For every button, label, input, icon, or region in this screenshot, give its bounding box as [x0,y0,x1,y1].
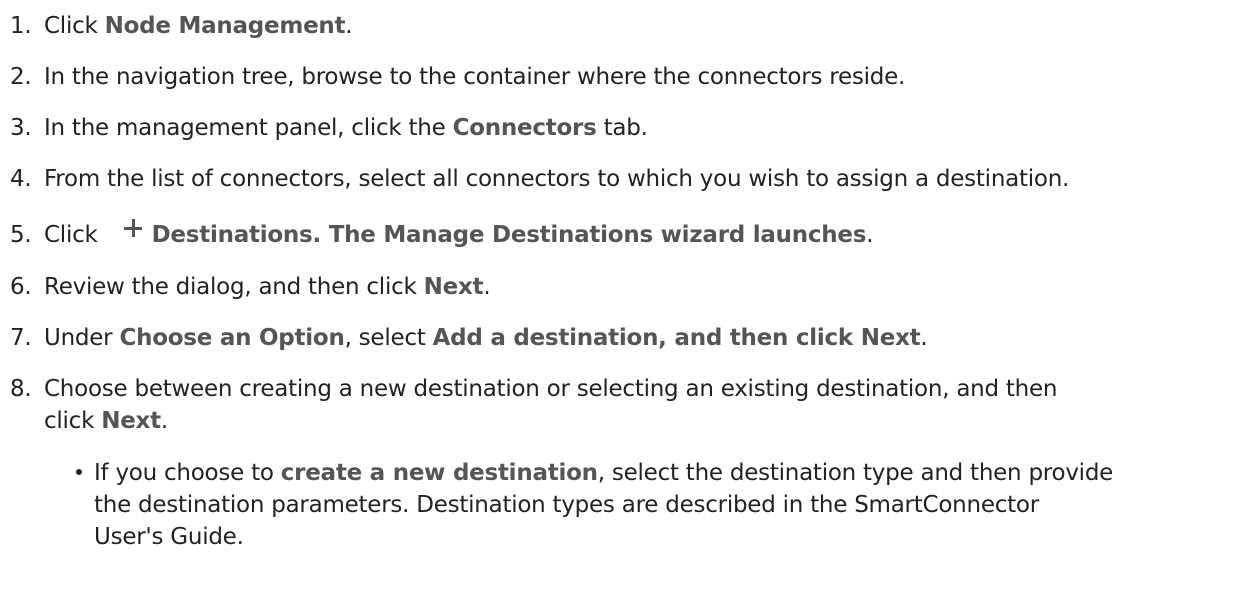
step-number: 8. [10,376,32,402]
step-text-prefix: Review the dialog, and then click [44,274,424,300]
step-text-prefix: In the management panel, click the [44,115,453,141]
step-number: 1. [10,13,32,39]
step-number: 4. [10,166,32,192]
step-text: Click Node Management. [44,13,353,39]
step-1: 1. Click Node Management. [10,11,1235,42]
ui-term-node-management: Node Management [104,13,346,39]
step-3: 3. In the management panel, click the Con… [10,113,1235,144]
step-7: 7. Under Choose an Option, select Add a d… [10,323,1235,354]
step-text-suffix: tab. [596,115,648,141]
step-text: From the list of connectors, select all … [44,166,1070,192]
ui-term-connectors: Connectors [452,115,597,141]
step-text-prefix: Under [44,325,120,351]
step-text-suffix: . [160,408,168,434]
bullet-icon [76,469,82,475]
ui-term-next: Next [423,274,484,300]
step-text-suffix: . [866,222,874,248]
step-text: In the navigation tree, browse to the co… [44,64,906,90]
bullet-line-3: User's Guide. [94,524,244,550]
step-text: Review the dialog, and then click Next. [44,274,491,300]
step-text: Click Destinations. The Manage Destinatio… [44,219,874,248]
step-2: 2. In the navigation tree, browse to the … [10,62,1235,93]
ui-term-choose-an-option: Choose an Option [119,325,345,351]
step-5: 5. Click Destinations. The Manage Destinat… [10,219,1235,251]
bullet-text-suffix: , select the destination type and then p… [597,460,1114,486]
step-text-suffix: . [345,13,353,39]
step-text-line-1: Choose between creating a new destinatio… [44,376,1058,402]
step-text: Under Choose an Option, select Add a des… [44,325,928,351]
step-6: 6. Review the dialog, and then click Next… [10,272,1235,303]
step-text-prefix: click [44,408,102,434]
step-text-suffix: . [483,274,491,300]
ui-term-add-a-destination: Add a destination, and then click Next [432,325,921,351]
step-number: 5. [10,222,32,248]
ui-term-next: Next [101,408,161,434]
ui-term-create-new-destination: create a new destination [280,460,598,486]
bullet-text-prefix: If you choose to [94,460,281,486]
step-4: 4. From the list of connectors, select al… [10,164,1235,195]
step-text-middle: , select [344,325,433,351]
bullet-line-2: the destination parameters. Destination … [94,492,1039,518]
step-text-prefix: Click [44,13,105,39]
step-text: In the management panel, click the Conne… [44,115,648,141]
step-8-continuation: click Next. [44,406,168,437]
step-number: 6. [10,274,32,300]
bullet-item: If you choose to create a new destinatio… [76,458,1236,489]
step-number: 7. [10,325,32,351]
step-text-prefix: Click [44,222,98,248]
instruction-list: 1. Click Node Management. 2. In the naviga… [0,0,1241,596]
step-8: 8. Choose between creating a new destinat… [10,374,1235,405]
step-number: 3. [10,115,32,141]
plus-icon [123,219,142,237]
step-text-suffix: . [920,325,928,351]
step-number: 2. [10,64,32,90]
ui-term-destinations: Destinations. The Manage Destinations wi… [151,222,867,248]
